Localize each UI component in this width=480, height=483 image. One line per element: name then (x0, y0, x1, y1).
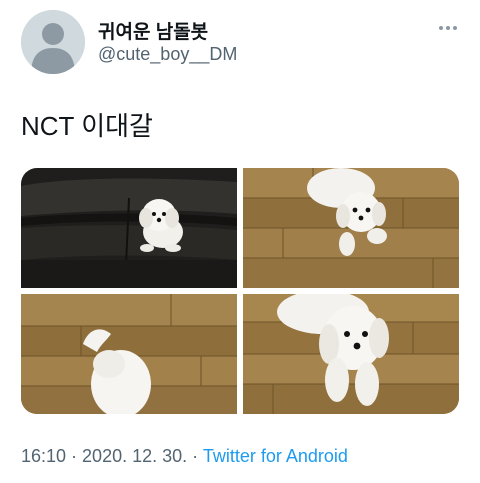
tweet-photo-1[interactable] (21, 168, 237, 288)
puppy-closeup-image (243, 294, 459, 414)
tweet-time[interactable]: 16:10 (21, 446, 66, 466)
meta-separator: · (66, 446, 83, 466)
puppy-on-sofa-image (21, 168, 237, 288)
tweet-photo-3[interactable] (21, 294, 237, 414)
tweet-source-link[interactable]: Twitter for Android (203, 446, 348, 466)
puppy-tail-image (21, 294, 237, 414)
meta-separator: · (187, 446, 203, 466)
puppy-on-floor-image (243, 168, 459, 288)
author-display-name[interactable]: 귀여운 남돌봇 (98, 17, 208, 44)
tweet-meta: 16:10 · 2020. 12. 30. · Twitter for Andr… (21, 446, 348, 467)
tweet-photo-2[interactable] (243, 168, 459, 288)
more-options-icon (439, 26, 457, 30)
more-options-button[interactable] (430, 18, 464, 38)
tweet-text: NCT 이대갈 (21, 111, 153, 141)
avatar[interactable] (21, 10, 85, 74)
media-grid (21, 168, 459, 414)
default-avatar-icon (21, 10, 85, 74)
tweet-photo-4[interactable] (243, 294, 459, 414)
tweet-date[interactable]: 2020. 12. 30. (82, 446, 187, 466)
author-handle[interactable]: @cute_boy__DM (98, 44, 237, 65)
